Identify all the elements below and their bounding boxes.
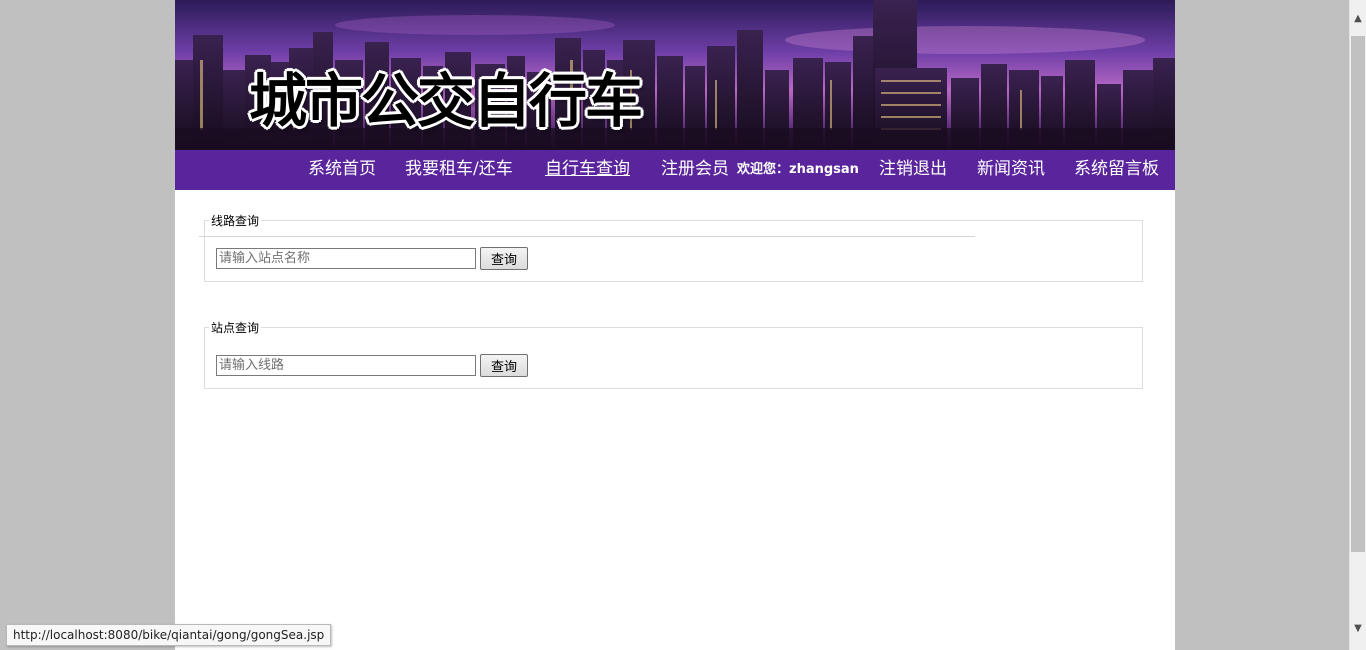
- nav-register-link[interactable]: 注册会员: [661, 150, 729, 190]
- station-search-legend: 站点查询: [209, 320, 262, 336]
- station-search-button[interactable]: 查询: [480, 354, 528, 377]
- nav-bike-query-link[interactable]: 自行车查询: [545, 150, 630, 190]
- divider-line: [199, 236, 975, 237]
- route-search-legend: 线路查询: [209, 213, 262, 229]
- vertical-scrollbar[interactable]: ▲ ▼: [1349, 0, 1366, 650]
- nav-news-link[interactable]: 新闻资讯: [977, 150, 1045, 190]
- status-bar-link-preview: http://localhost:8080/bike/qiantai/gong/…: [6, 624, 332, 646]
- nav-home-link[interactable]: 系统首页: [308, 150, 376, 190]
- welcome-user-text: 欢迎您：zhangsan: [737, 162, 859, 177]
- site-title: 城市公交自行车: [249, 67, 643, 135]
- station-search-fieldset: 站点查询 查询: [204, 320, 1143, 389]
- scroll-up-arrow-icon[interactable]: ▲: [1350, 10, 1366, 27]
- page-container: 城市公交自行车 系统首页 我要租车/还车 自行车查询 注册会员 欢迎您：zhan…: [175, 0, 1175, 650]
- nav-logout-link[interactable]: 注销退出: [879, 150, 947, 190]
- route-search-fieldset: 线路查询 查询: [204, 213, 1143, 282]
- scrollbar-thumb[interactable]: [1351, 36, 1365, 552]
- nav-rent-return-link[interactable]: 我要租车/还车: [405, 150, 513, 190]
- station-name-input[interactable]: [216, 248, 476, 269]
- scroll-down-arrow-icon[interactable]: ▼: [1350, 620, 1366, 637]
- main-nav: 系统首页 我要租车/还车 自行车查询 注册会员 欢迎您：zhangsan 注销退…: [175, 150, 1175, 190]
- route-name-input[interactable]: [216, 355, 476, 376]
- route-search-button[interactable]: 查询: [480, 247, 528, 270]
- header-banner: 城市公交自行车: [175, 0, 1175, 150]
- nav-message-board-link[interactable]: 系统留言板: [1074, 150, 1159, 190]
